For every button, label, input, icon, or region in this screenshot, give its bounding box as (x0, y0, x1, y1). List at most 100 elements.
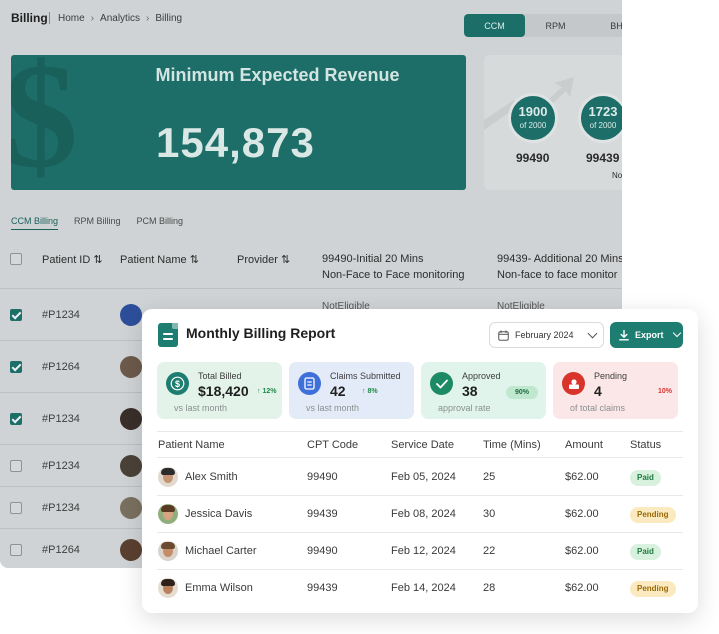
amount: $62.00 (565, 471, 599, 483)
status-badge: Pending (630, 581, 676, 597)
check-icon (430, 372, 453, 395)
tab-rpm[interactable]: RPM (525, 14, 586, 37)
avatar (158, 504, 178, 524)
table-row[interactable]: Michael Carter 99490 Feb 12, 2024 22 $62… (142, 534, 698, 570)
row-checkbox[interactable] (10, 309, 22, 321)
kpi-count: 1723 (588, 104, 618, 119)
avatar (158, 467, 178, 487)
table-row[interactable]: Jessica Davis 99439 Feb 08, 2024 30 $62.… (142, 497, 698, 533)
avatar (120, 356, 142, 378)
avatar (158, 541, 178, 561)
card-subtext: vs last month (174, 403, 228, 413)
calendar-icon (498, 330, 509, 341)
status-badge: Pending (630, 507, 676, 523)
row-checkbox[interactable] (10, 413, 22, 425)
card-value: $18,420 (198, 383, 249, 399)
table-divider (157, 431, 683, 432)
document-icon (298, 372, 321, 395)
card-change: 90% (506, 386, 538, 399)
col-provider[interactable]: Provider ⇅ (237, 253, 290, 266)
breadcrumb: Home › Analytics › Billing (49, 12, 182, 24)
table-divider (157, 532, 683, 533)
alert-icon (562, 372, 585, 395)
claims-submitted-card: Claims Submitted 42 ↑ 8% vs last month (289, 362, 414, 419)
avatar (158, 578, 178, 598)
chevron-right-icon: › (90, 12, 95, 24)
revenue-hero-card: $ Minimum Expected Revenue 154,873 (11, 55, 466, 190)
col-patient-name[interactable]: Patient Name ⇅ (120, 253, 199, 266)
hero-value: 154,873 (156, 119, 315, 166)
col-time: Time (Mins) (483, 439, 541, 451)
tab-ccm[interactable]: CCM (464, 14, 525, 37)
card-subtext: of total claims (570, 403, 626, 413)
hero-title: Minimum Expected Revenue (155, 65, 400, 85)
kpi-total: of 2000 (519, 121, 547, 130)
row-checkbox[interactable] (10, 361, 22, 373)
status-badge: Paid (630, 544, 661, 560)
kpi-code: 99439 (586, 151, 620, 165)
row-checkbox[interactable] (10, 460, 22, 472)
service-date: Feb 05, 2024 (391, 471, 456, 483)
report-title: Monthly Billing Report (186, 325, 336, 341)
col-patient-name: Patient Name (158, 439, 225, 451)
service-date: Feb 12, 2024 (391, 545, 456, 557)
tab-bh[interactable]: BH (586, 14, 622, 37)
patient-name: Alex Smith (185, 471, 238, 483)
col-service-date: Service Date (391, 439, 454, 451)
month-picker[interactable]: February 2024 (489, 322, 604, 348)
kpi-note: No (612, 171, 622, 180)
card-value: 42 (330, 383, 346, 399)
select-all-checkbox[interactable] (10, 253, 22, 265)
col-99490-line1: 99490-Initial 20 Mins (322, 253, 424, 265)
card-value: 38 (462, 383, 478, 399)
patient-id: #P1264 (42, 544, 80, 556)
time-mins: 28 (483, 582, 496, 594)
table-row[interactable]: Alex Smith 99490 Feb 05, 2024 25 $62.00 … (142, 460, 698, 496)
tab-pcm-billing[interactable]: PCM Billing (137, 216, 184, 230)
kpi-code: 99490 (516, 151, 550, 165)
card-label: Approved (462, 371, 501, 381)
card-label: Pending (594, 371, 628, 381)
patient-id: #P1234 (42, 502, 80, 514)
avatar (120, 497, 142, 519)
approved-card: Approved 38 90% approval rate (421, 362, 546, 419)
tab-rpm-billing[interactable]: RPM Billing (74, 216, 121, 230)
tab-ccm-billing[interactable]: CCM Billing (11, 216, 59, 230)
table-divider (157, 569, 683, 570)
service-date: Feb 08, 2024 (391, 508, 456, 520)
row-checkbox[interactable] (10, 544, 22, 556)
time-mins: 25 (483, 471, 496, 483)
kpi-total: of 2000 (589, 121, 617, 130)
patient-name: Michael Carter (185, 545, 257, 557)
card-label: Claims Submitted (330, 371, 401, 381)
export-label: Export (635, 330, 664, 340)
export-button[interactable]: Export (610, 322, 683, 348)
table-divider (157, 495, 683, 496)
card-change: ↑ 12% (257, 388, 277, 395)
patient-id: #P1234 (42, 460, 80, 472)
monthly-billing-report: Monthly Billing Report February 2024 Exp… (142, 309, 698, 613)
amount: $62.00 (565, 582, 599, 594)
row-checkbox[interactable] (10, 502, 22, 514)
card-value: 4 (594, 383, 602, 399)
patient-id: #P1264 (42, 361, 80, 373)
kpi-circle-99439: 1723 of 2000 (578, 93, 622, 143)
service-date: Feb 14, 2024 (391, 582, 456, 594)
table-row[interactable]: Emma Wilson 99439 Feb 14, 2024 28 $62.00… (142, 571, 698, 607)
month-value: February 2024 (515, 330, 574, 340)
col-99439-line2: Non-face to face monitor (497, 269, 618, 281)
amount: $62.00 (565, 545, 599, 557)
patient-name: Emma Wilson (185, 582, 253, 594)
amount: $62.00 (565, 508, 599, 520)
total-billed-card: $ Total Billed $18,420 ↑ 12% vs last mon… (157, 362, 282, 419)
card-subtext: vs last month (306, 403, 360, 413)
chevron-down-icon (672, 328, 681, 338)
col-patient-id[interactable]: Patient ID ⇅ (42, 253, 103, 266)
document-icon (158, 323, 178, 347)
breadcrumb-analytics[interactable]: Analytics (100, 13, 140, 24)
patient-id: #P1234 (42, 413, 80, 425)
kpi-circle-99490: 1900 of 2000 (508, 93, 558, 143)
breadcrumb-home[interactable]: Home (58, 13, 85, 24)
cpt-code: 99439 (307, 508, 338, 520)
cpt-code: 99490 (307, 545, 338, 557)
